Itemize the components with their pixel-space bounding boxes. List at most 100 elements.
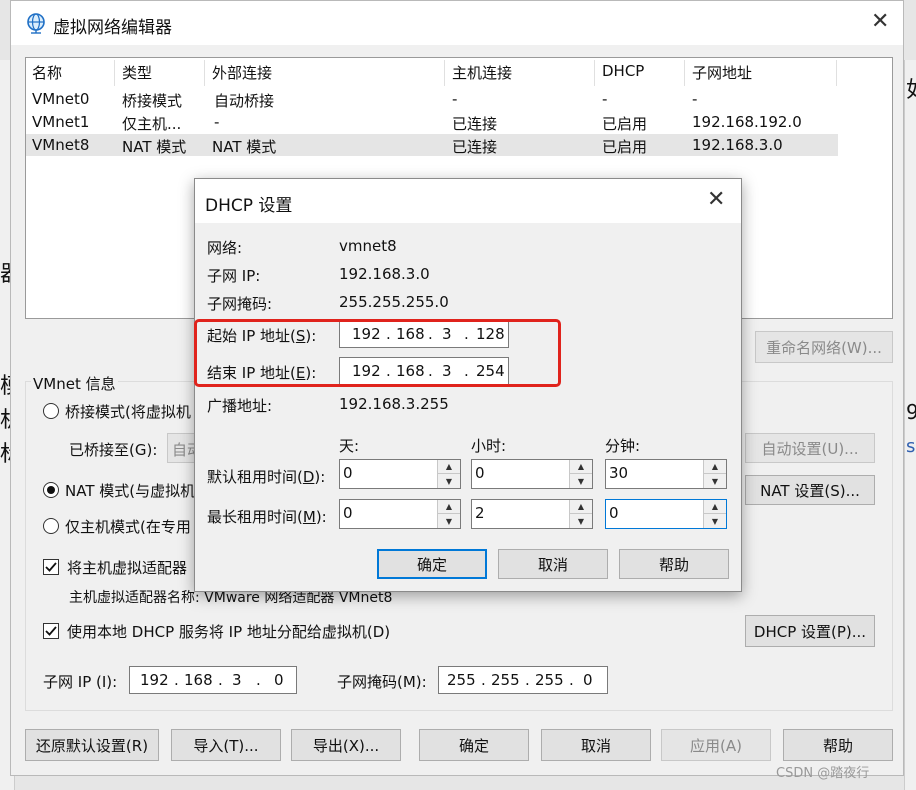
restore-defaults-button[interactable]: 还原默认设置(R): [25, 729, 159, 761]
dialog-title-bar: DHCP 设置 ✕: [195, 179, 741, 223]
help-button[interactable]: 帮助: [783, 729, 893, 761]
column-header-subnet[interactable]: 子网地址: [692, 62, 752, 86]
row-dhcp: -: [602, 90, 608, 108]
bridged-mode-label: 桥接模式(将虚拟机: [65, 403, 191, 421]
row-host: -: [452, 90, 458, 108]
column-header-type[interactable]: 类型: [122, 62, 152, 86]
stepper-down-icon[interactable]: ▼: [570, 474, 592, 488]
stepper-up-icon[interactable]: ▲: [704, 500, 726, 514]
background-window-right: [904, 60, 916, 790]
ip-octet: 255: [447, 671, 476, 689]
stepper-up-icon[interactable]: ▲: [570, 460, 592, 474]
stepper-value: 0: [343, 504, 353, 522]
max-lease-label: 最长租用时间(M):: [207, 508, 327, 526]
subnet-mask-value: 255.255.255.0: [339, 293, 449, 311]
bridged-to-label: 已桥接至(G):: [69, 441, 158, 459]
ip-octet: 168: [184, 671, 213, 689]
subnet-ip-label: 子网 IP:: [207, 267, 261, 285]
row-name: VMnet1: [32, 113, 90, 131]
stepper-down-icon[interactable]: ▼: [704, 514, 726, 528]
column-header-external[interactable]: 外部连接: [212, 62, 272, 86]
column-separator: [114, 60, 115, 86]
hours-header: 小时:: [471, 437, 507, 455]
table-row[interactable]: VMnet1 仅主机... - 已连接 已启用 192.168.192.0: [26, 111, 838, 133]
max-lease-days-stepper[interactable]: 0 ▲ ▼: [339, 499, 461, 529]
connect-adapter-checkbox[interactable]: [43, 559, 59, 575]
table-row-selected[interactable]: VMnet8 NAT 模式 NAT 模式 已连接 已启用 192.168.3.0: [26, 134, 838, 156]
stepper-buttons: ▲ ▼: [437, 460, 460, 488]
default-lease-minutes-stepper[interactable]: 30 ▲ ▼: [605, 459, 727, 489]
column-separator: [594, 60, 595, 86]
column-separator: [444, 60, 445, 86]
max-lease-minutes-stepper[interactable]: 0 ▲ ▼: [605, 499, 727, 529]
stepper-value: 0: [475, 464, 485, 482]
default-lease-hours-stepper[interactable]: 0 ▲ ▼: [471, 459, 593, 489]
default-lease-days-stepper[interactable]: 0 ▲ ▼: [339, 459, 461, 489]
subnet-mask-input[interactable]: 255 . 255 . 255 . 0: [438, 666, 608, 694]
ip-dot: .: [256, 671, 261, 689]
network-value: vmnet8: [339, 237, 397, 255]
subnet-mask-label: 子网掩码(M):: [337, 673, 427, 691]
row-subnet: -: [692, 90, 698, 108]
import-button[interactable]: 导入(T)...: [171, 729, 281, 761]
rename-network-button[interactable]: 重命名网络(W)...: [755, 331, 893, 363]
dhcp-help-button[interactable]: 帮助: [619, 549, 729, 579]
globe-icon: [27, 13, 45, 34]
cancel-button[interactable]: 取消: [541, 729, 651, 761]
use-dhcp-checkbox[interactable]: [43, 623, 59, 639]
subnet-ip-value: 192.168.3.0: [339, 265, 430, 283]
background-text: s.: [906, 436, 916, 457]
bridged-mode-radio[interactable]: [43, 403, 59, 419]
stepper-value: 30: [609, 464, 629, 482]
stepper-buttons: ▲ ▼: [569, 460, 592, 488]
background-text: 如: [906, 72, 916, 104]
ip-octet: 255: [535, 671, 564, 689]
row-external: 自动桥接: [214, 92, 275, 110]
ip-dot: .: [569, 671, 574, 689]
checkmark-icon: [45, 626, 57, 636]
broadcast-value: 192.168.3.255: [339, 395, 449, 413]
ip-dot: .: [481, 671, 486, 689]
nat-mode-label: NAT 模式(与虚拟机: [65, 482, 196, 500]
vmnet-info-legend: VMnet 信息: [31, 373, 118, 394]
stepper-down-icon[interactable]: ▼: [570, 514, 592, 528]
column-header-dhcp[interactable]: DHCP: [602, 62, 644, 86]
subnet-ip-input[interactable]: 192 . 168 . 3 . 0: [129, 666, 297, 694]
nat-settings-button[interactable]: NAT 设置(S)...: [745, 475, 875, 505]
ok-button[interactable]: 确定: [419, 729, 529, 761]
ip-octet: 3: [232, 671, 242, 689]
column-header-name[interactable]: 名称: [32, 62, 62, 86]
stepper-up-icon[interactable]: ▲: [438, 500, 460, 514]
stepper-up-icon[interactable]: ▲: [438, 460, 460, 474]
row-host: 已连接: [452, 115, 498, 133]
stepper-buttons: ▲ ▼: [569, 500, 592, 528]
stepper-value: 2: [475, 504, 485, 522]
stepper-down-icon[interactable]: ▼: [438, 474, 460, 488]
ip-octet: 0: [274, 671, 284, 689]
background-text: 9: [906, 400, 916, 424]
export-button[interactable]: 导出(X)...: [291, 729, 401, 761]
auto-settings-button[interactable]: 自动设置(U)...: [745, 433, 875, 463]
ip-octet: 0: [583, 671, 593, 689]
subnet-mask-label: 子网掩码:: [207, 295, 273, 313]
host-only-radio[interactable]: [43, 518, 59, 534]
dhcp-ok-button[interactable]: 确定: [377, 549, 487, 579]
nat-mode-radio[interactable]: [43, 482, 59, 498]
stepper-buttons: ▲ ▼: [437, 500, 460, 528]
checkmark-icon: [45, 562, 57, 572]
dhcp-cancel-button[interactable]: 取消: [498, 549, 608, 579]
stepper-up-icon[interactable]: ▲: [570, 500, 592, 514]
dialog-title: DHCP 设置: [205, 196, 293, 216]
dhcp-settings-button[interactable]: DHCP 设置(P)...: [745, 615, 875, 647]
column-separator: [836, 60, 837, 86]
apply-button[interactable]: 应用(A): [661, 729, 771, 761]
column-header-host[interactable]: 主机连接: [452, 62, 512, 86]
stepper-up-icon[interactable]: ▲: [704, 460, 726, 474]
row-type: 仅主机...: [122, 115, 182, 133]
close-icon[interactable]: ✕: [871, 9, 889, 34]
stepper-down-icon[interactable]: ▼: [438, 514, 460, 528]
stepper-down-icon[interactable]: ▼: [704, 474, 726, 488]
max-lease-hours-stepper[interactable]: 2 ▲ ▼: [471, 499, 593, 529]
close-icon[interactable]: ✕: [707, 187, 725, 212]
table-row[interactable]: VMnet0 桥接模式 自动桥接 - - -: [26, 88, 838, 110]
